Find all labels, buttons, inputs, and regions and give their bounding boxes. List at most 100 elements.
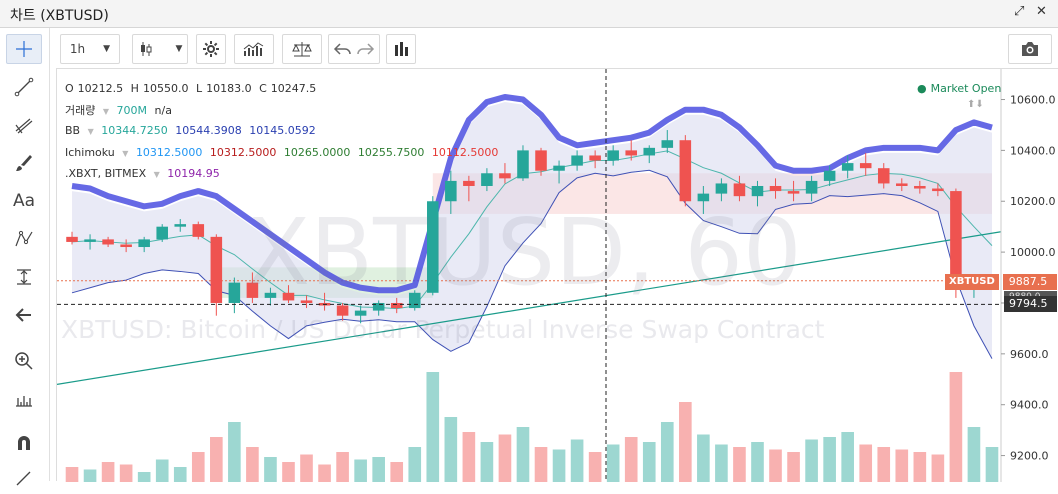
ichimoku-legend[interactable]: Ichimoku ▼ 10312.5000 10312.5000 10265.0… bbox=[65, 146, 502, 159]
last-price-symbol: XBTUSD bbox=[945, 274, 999, 290]
volume-bar bbox=[119, 464, 133, 482]
candle-body bbox=[914, 185, 926, 189]
back-arrow-icon[interactable] bbox=[6, 300, 42, 330]
candle-body bbox=[625, 150, 637, 156]
ohlc-legend: O 10212.5 H 10550.0 L 10183.0 C 10247.5 bbox=[65, 82, 320, 95]
close-label: C bbox=[259, 82, 267, 95]
trendline-tool-icon[interactable] bbox=[6, 72, 42, 102]
lock-tool-icon[interactable] bbox=[6, 464, 42, 494]
chevron-down-icon: ▼ bbox=[175, 44, 183, 54]
candle-body bbox=[805, 180, 818, 194]
status-dot-icon: ● bbox=[917, 82, 927, 95]
ruler-icon[interactable] bbox=[6, 384, 42, 414]
bars-icon bbox=[395, 42, 408, 56]
volume-bar bbox=[191, 452, 205, 482]
candle-body bbox=[553, 165, 565, 171]
chart-toolbar: 1h ▼ ▼ bbox=[52, 32, 1058, 66]
volume-bar bbox=[679, 402, 692, 482]
volume-bar bbox=[751, 442, 764, 482]
volume-bar bbox=[65, 467, 79, 482]
y-tick-label: 10000.0 bbox=[1010, 246, 1056, 259]
candle-body bbox=[769, 185, 782, 192]
last-price-tag: XBTUSD 9887.5 bbox=[945, 274, 1057, 290]
candle-body bbox=[751, 185, 764, 197]
drawing-toolbar: Aa bbox=[0, 28, 50, 486]
volume-bar bbox=[733, 447, 746, 482]
volume-bar bbox=[264, 457, 277, 482]
chevron-down-icon: ▼ bbox=[87, 127, 94, 136]
candle-body bbox=[950, 191, 962, 286]
interval-label: 1h bbox=[69, 42, 86, 56]
volume-bar bbox=[769, 449, 782, 482]
volume-bar bbox=[228, 422, 241, 482]
volume-bar bbox=[516, 427, 530, 482]
chart-style-button[interactable]: ▼ bbox=[132, 34, 188, 64]
volume-bar bbox=[552, 449, 566, 482]
legend-collapse-icon[interactable]: ⬆⬇ bbox=[967, 99, 984, 110]
screenshot-button[interactable] bbox=[1008, 34, 1052, 64]
y-tick-label: 10400.0 bbox=[1010, 144, 1056, 157]
volume-bar bbox=[588, 452, 602, 482]
volume-bar bbox=[841, 432, 854, 482]
volume-ma-value: n/a bbox=[154, 104, 172, 117]
candle-body bbox=[932, 188, 944, 192]
volume-bar bbox=[624, 437, 638, 482]
candle-body bbox=[859, 163, 872, 169]
volume-bar bbox=[985, 447, 999, 482]
measure-tool-icon[interactable] bbox=[6, 262, 42, 292]
zoom-icon[interactable] bbox=[6, 346, 42, 376]
low-label: L bbox=[195, 82, 203, 95]
volume-bar bbox=[859, 444, 873, 482]
undo-icon bbox=[333, 43, 351, 55]
candle-body bbox=[463, 180, 475, 186]
bb-upper-value: 10544.3908 bbox=[175, 124, 242, 137]
compare-button[interactable] bbox=[282, 34, 322, 64]
volume-bar bbox=[173, 467, 187, 482]
brush-tool-icon[interactable] bbox=[6, 148, 42, 178]
volume-label: 거래량 bbox=[65, 104, 96, 117]
text-tool-icon[interactable]: Aa bbox=[6, 186, 42, 216]
window-title: 차트 (XBTUSD) bbox=[10, 8, 109, 24]
candle-body bbox=[517, 150, 529, 179]
volume-bar bbox=[949, 372, 963, 482]
fib-tool-icon[interactable] bbox=[6, 110, 42, 140]
watermark-description: XBTUSD: Bitcoin / US Dollar Perpetual In… bbox=[61, 315, 825, 344]
pattern-tool-icon[interactable] bbox=[6, 224, 42, 254]
volume-bar bbox=[877, 447, 891, 482]
undo-redo-group bbox=[328, 34, 380, 64]
volume-bar bbox=[444, 417, 458, 482]
volume-bar bbox=[282, 462, 295, 482]
crosshair-tool-icon[interactable] bbox=[6, 34, 42, 64]
volume-legend[interactable]: 거래량 ▼ 700M n/a bbox=[65, 102, 176, 118]
candle-body bbox=[643, 147, 656, 156]
bars-button[interactable] bbox=[386, 34, 416, 64]
candle-body bbox=[66, 236, 78, 242]
ichimoku-base-value: 10312.5000 bbox=[209, 146, 277, 159]
candle-body bbox=[661, 140, 674, 148]
chart-area[interactable]: 10600.010400.010200.010000.09800.09600.0… bbox=[56, 68, 1058, 482]
interval-select[interactable]: 1h ▼ bbox=[60, 34, 120, 64]
magnet-icon[interactable] bbox=[6, 428, 42, 458]
ichimoku-label: Ichimoku bbox=[65, 146, 115, 159]
crosshair-price-tag: 9794.5 bbox=[1004, 296, 1057, 312]
candle-body bbox=[823, 170, 836, 181]
candle-body bbox=[877, 168, 890, 184]
close-icon[interactable]: ✕ bbox=[1036, 4, 1047, 19]
ichimoku-lead1-value: 10255.7500 bbox=[357, 146, 425, 159]
indicators-button[interactable] bbox=[234, 34, 274, 64]
chevron-down-icon: ▼ bbox=[153, 170, 160, 179]
gear-icon bbox=[203, 41, 219, 57]
expand-icon[interactable]: ⤢ bbox=[1014, 4, 1024, 19]
volume-bar bbox=[967, 427, 981, 482]
volume-bar bbox=[823, 437, 836, 482]
open-label: O bbox=[65, 82, 74, 95]
chevron-down-icon: ▼ bbox=[103, 44, 111, 54]
volume-bar bbox=[246, 447, 259, 482]
bb-legend[interactable]: BB ▼ 10344.7250 10544.3908 10145.0592 bbox=[65, 124, 320, 137]
bb-basis-value: 10344.7250 bbox=[101, 124, 168, 137]
chevron-down-icon: ▼ bbox=[122, 149, 129, 158]
index-legend[interactable]: .XBXT, BITMEX ▼ 10194.95 bbox=[65, 167, 224, 180]
settings-button[interactable] bbox=[196, 34, 226, 64]
bb-lower-value: 10145.0592 bbox=[249, 124, 316, 137]
candle-body bbox=[589, 155, 601, 161]
